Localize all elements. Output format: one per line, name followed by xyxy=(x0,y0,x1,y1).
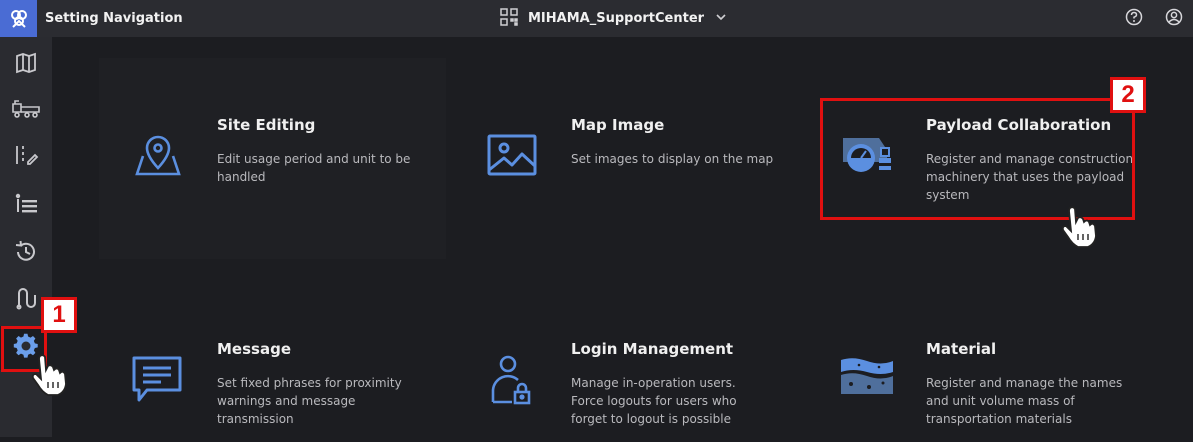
step-badge-2: 2 xyxy=(1110,77,1146,113)
card-map-image[interactable]: Map Image Set images to display on the m… xyxy=(452,58,799,259)
card-title: Login Management xyxy=(571,340,734,358)
card-title: Material xyxy=(926,340,997,358)
card-description: Set fixed phrases for proximity warnings… xyxy=(217,376,402,426)
site-map-pin-icon xyxy=(133,134,189,190)
pointer-hand-icon xyxy=(1058,204,1104,250)
card-title: Map Image xyxy=(571,116,665,134)
help-icon[interactable] xyxy=(1125,8,1143,30)
card-login-management[interactable]: Login Management Manage in-operation use… xyxy=(452,282,799,442)
app-title: Setting Navigation xyxy=(45,11,183,26)
message-icon xyxy=(131,354,187,410)
sidebar-item-road-editing[interactable] xyxy=(0,135,52,179)
app-logo-icon[interactable] xyxy=(0,0,37,37)
sidebar-item-vehicles[interactable] xyxy=(0,88,52,132)
card-description: Edit usage period and unit to be handled xyxy=(217,152,411,184)
list-icon xyxy=(13,191,39,219)
sidebar-item-history[interactable] xyxy=(0,232,52,276)
card-title: Site Editing xyxy=(217,116,316,134)
account-icon[interactable] xyxy=(1165,8,1183,30)
card-message[interactable]: Message Set fixed phrases for proximity … xyxy=(99,282,446,442)
card-site-editing[interactable]: Site Editing Edit usage period and unit … xyxy=(99,58,446,259)
sidebar-item-list[interactable] xyxy=(0,183,52,227)
card-description: Register and manage the names and unit v… xyxy=(926,376,1123,426)
sidebar-item-map[interactable] xyxy=(0,43,52,87)
step-badge-1: 1 xyxy=(41,297,77,333)
qr-code-icon xyxy=(500,7,518,30)
site-name: MIHAMA_SupportCenter xyxy=(528,11,705,26)
card-description: Manage in-operation users. Force logouts… xyxy=(571,376,737,426)
material-layers-icon xyxy=(839,356,895,412)
settings-grid: Site Editing Edit usage period and unit … xyxy=(52,37,1193,437)
pointer-hand-icon xyxy=(28,352,74,398)
image-icon xyxy=(486,132,542,188)
road-edit-icon xyxy=(13,143,39,171)
site-selector[interactable]: MIHAMA_SupportCenter xyxy=(500,0,728,37)
history-icon xyxy=(13,239,39,269)
card-description: Set images to display on the map xyxy=(571,152,774,166)
highlight-box-payload xyxy=(820,98,1135,220)
card-title: Message xyxy=(217,340,291,358)
top-bar: Setting Navigation MIHAMA_SupportCenter xyxy=(0,0,1193,37)
map-icon xyxy=(14,51,38,79)
chevron-down-icon xyxy=(714,9,728,28)
truck-icon xyxy=(11,96,41,124)
route-icon xyxy=(13,285,39,315)
card-material[interactable]: Material Register and manage the names a… xyxy=(807,282,1154,442)
user-lock-icon xyxy=(490,354,546,410)
